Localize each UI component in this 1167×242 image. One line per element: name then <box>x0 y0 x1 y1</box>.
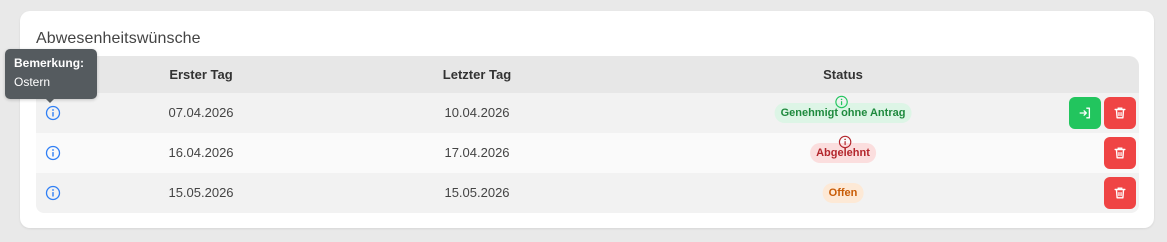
card-title: Abwesenheitswünsche <box>36 30 201 47</box>
sign-in-arrow-icon <box>1078 106 1092 120</box>
table-row: 15.05.2026 15.05.2026 Offen <box>36 173 1139 213</box>
absence-requests-table: Erster Tag Letzter Tag Status 07.04.2026… <box>36 56 1139 213</box>
delete-request-button[interactable] <box>1104 177 1136 209</box>
trash-icon <box>1113 106 1127 120</box>
remark-info-icon[interactable] <box>45 145 61 161</box>
tooltip-arrow <box>46 99 54 103</box>
last-day-cell: 15.05.2026 <box>444 185 510 200</box>
status-cell: Abgelehnt <box>810 133 876 173</box>
delete-request-button[interactable] <box>1104 97 1136 129</box>
trash-icon <box>1113 186 1127 200</box>
column-header-last-day: Letzter Tag <box>442 67 512 82</box>
first-day-cell: 07.04.2026 <box>168 105 234 120</box>
last-day-cell: 17.04.2026 <box>444 145 510 160</box>
tooltip-title: Bemerkung: <box>14 56 85 70</box>
remark-info-icon[interactable] <box>45 185 61 201</box>
delete-request-button[interactable] <box>1104 137 1136 169</box>
first-day-cell: 16.04.2026 <box>168 145 234 160</box>
last-day-cell: 10.04.2026 <box>444 105 510 120</box>
remark-info-icon[interactable] <box>45 105 61 121</box>
tooltip-body: Ostern <box>14 75 51 89</box>
absence-requests-card: Abwesenheitswünsche Erster Tag Letzter T… <box>20 11 1154 228</box>
column-header-status: Status <box>823 67 863 82</box>
remark-tooltip: Bemerkung: Ostern <box>5 49 97 103</box>
submit-request-button[interactable] <box>1069 97 1101 129</box>
trash-icon <box>1113 146 1127 160</box>
column-header-first-day: Erster Tag <box>169 67 233 82</box>
table-row: 07.04.2026 10.04.2026 Genehmigt ohne Antra… <box>36 93 1139 133</box>
status-badge: Offen <box>822 183 864 203</box>
table-row: 16.04.2026 17.04.2026 Abgelehnt <box>36 133 1139 173</box>
first-day-cell: 15.05.2026 <box>168 185 234 200</box>
status-cell: Offen <box>822 173 864 213</box>
table-header: Erster Tag Letzter Tag Status <box>36 56 1139 93</box>
status-info-icon[interactable] <box>835 95 849 109</box>
status-cell: Genehmigt ohne Antrag <box>774 93 912 133</box>
table-body: 07.04.2026 10.04.2026 Genehmigt ohne Antra… <box>36 93 1139 213</box>
status-info-icon[interactable] <box>838 135 852 149</box>
